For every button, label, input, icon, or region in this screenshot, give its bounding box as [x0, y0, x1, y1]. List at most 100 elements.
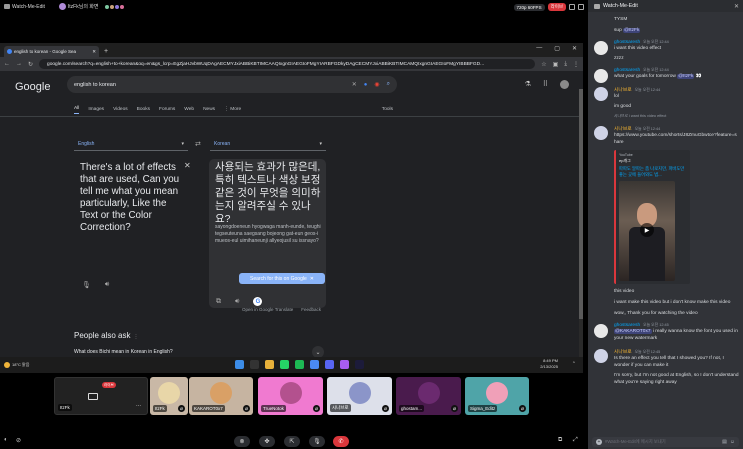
- reply-preview[interactable]: 시나브로 i want this video effect: [614, 114, 743, 119]
- participant-tile[interactable]: ⌀ TrueNotok: [258, 377, 323, 415]
- chat-message[interactable]: 시나브로 오늘 오전 12:45 Is there an effect you te…: [588, 348, 743, 386]
- whatsapp-icon[interactable]: [280, 360, 289, 369]
- chat-message[interactable]: wow,, Thank you for watching the video: [588, 310, 743, 317]
- message-link[interactable]: https://www.youtube.com/shorts/J8ZmuGbwt…: [614, 132, 739, 146]
- more-options-icon[interactable]: ⋮: [133, 334, 138, 340]
- scrollbar-thumb[interactable]: [579, 89, 583, 319]
- forward-icon[interactable]: →: [16, 61, 22, 67]
- embed-author[interactable]: ep개그: [619, 158, 687, 164]
- speaker-icon[interactable]: 🔊︎: [105, 281, 109, 289]
- google-g-icon[interactable]: G: [253, 297, 263, 306]
- chat-message[interactable]: ghostsaresh 오늘 오전 12:44 what your goals fo…: [588, 68, 743, 83]
- nav-tab[interactable]: All: [74, 106, 80, 114]
- reload-icon[interactable]: ↻: [28, 61, 33, 68]
- maximize-icon[interactable]: ▢: [554, 45, 560, 52]
- user-avatar[interactable]: [594, 126, 608, 140]
- source-language-select[interactable]: English ▾: [74, 137, 188, 151]
- lens-icon[interactable]: ◉: [374, 81, 379, 88]
- nav-tab[interactable]: Web: [184, 107, 194, 112]
- youtube-embed[interactable]: YouTube ep개그 파파도 알파는 좀 나로지만, 파바도만 좋는 곳에 들어…: [614, 150, 690, 284]
- mic-mute-button[interactable]: 🎙︎: [309, 436, 325, 447]
- chat-message[interactable]: this video: [588, 288, 743, 295]
- labs-icon[interactable]: ⚗: [525, 80, 531, 89]
- download-icon[interactable]: ⤓: [564, 61, 567, 68]
- user-mention[interactable]: @ItzFk: [623, 28, 641, 33]
- tools-button[interactable]: Tools: [382, 107, 393, 112]
- account-avatar[interactable]: [560, 80, 569, 89]
- file-explorer-icon[interactable]: [265, 360, 274, 369]
- participant-tile[interactable]: ⌀ 시나브로: [327, 377, 392, 415]
- swap-languages-icon[interactable]: ⇄: [195, 140, 201, 148]
- participant-tile[interactable]: ⌀ KAKAROT0x7: [189, 377, 253, 415]
- participant-tile[interactable]: ⌀ ItzFk: [150, 377, 188, 415]
- participant-tile[interactable]: ⌀ ghostam...: [396, 377, 461, 415]
- user-mention[interactable]: @ItzFk: [677, 74, 695, 79]
- nav-tab[interactable]: Forums: [159, 107, 175, 112]
- paa-question[interactable]: What does Bichi mean in Korean in Englis…: [74, 349, 173, 355]
- new-tab-icon[interactable]: +: [104, 48, 108, 55]
- video-thumbnail[interactable]: ▶: [619, 181, 675, 281]
- popout-icon[interactable]: ⧉: [558, 437, 562, 444]
- close-icon[interactable]: ✕: [734, 3, 739, 10]
- participant-tile[interactable]: 라이브 ··· ItzFk: [54, 377, 148, 415]
- nav-tab[interactable]: Videos: [113, 107, 128, 112]
- user-avatar[interactable]: [594, 41, 608, 55]
- search-on-google-button[interactable]: Search for this on Google ✕: [239, 273, 325, 284]
- camera-off-button[interactable]: ⊗: [234, 436, 250, 447]
- close-icon[interactable]: ✕: [310, 276, 314, 282]
- mic-icon[interactable]: ●: [364, 82, 368, 88]
- volume-icon[interactable]: ◐: [4, 437, 8, 443]
- extensions-icon[interactable]: ▣: [553, 61, 559, 68]
- apps-grid-icon[interactable]: ⠿: [543, 80, 548, 89]
- popout-icon[interactable]: [569, 4, 575, 10]
- chat-message[interactable]: 시나브로 오늘 오전 12:44 https://www.youtube.com/s…: [588, 125, 743, 146]
- copy-icon[interactable]: ⧉: [216, 298, 221, 306]
- browser-menu-icon[interactable]: ⋮: [573, 61, 579, 68]
- search-icon[interactable]: ⌕: [387, 81, 390, 88]
- feedback-link[interactable]: Feedback: [301, 307, 321, 312]
- more-options-icon[interactable]: ···: [136, 403, 141, 409]
- search-query[interactable]: english to korean: [74, 82, 345, 88]
- browser-tab[interactable]: english to korean - Google Sea ✕: [4, 46, 99, 57]
- expand-icon[interactable]: ⊘: [16, 437, 21, 444]
- nav-tab[interactable]: Books: [137, 107, 150, 112]
- taskbar-clock[interactable]: 8:49 PM 2/13/2025: [540, 358, 558, 369]
- search-icon[interactable]: [250, 360, 259, 369]
- open-in-translate-link[interactable]: Open in Google Translate: [242, 307, 293, 312]
- embed-title[interactable]: 파파도 알파는 좀 나로지만, 파바도만 좋는 곳에 들어와도 법...: [619, 166, 687, 178]
- user-avatar[interactable]: [594, 324, 608, 338]
- fullscreen-icon[interactable]: [578, 4, 584, 10]
- windows-start-icon[interactable]: [235, 360, 244, 369]
- emoji-icon[interactable]: ☺: [730, 439, 735, 445]
- chrome-icon[interactable]: [310, 360, 319, 369]
- chat-message[interactable]: ghostsaresh 오늘 오전 12:44 i want this video …: [588, 40, 743, 62]
- back-icon[interactable]: ←: [4, 61, 10, 67]
- user-avatar[interactable]: [594, 349, 608, 363]
- google-search-box[interactable]: english to korean ✕ ● ◉ ⌕: [67, 76, 397, 93]
- clear-icon[interactable]: ✕: [352, 81, 357, 88]
- disconnect-button[interactable]: ✆: [333, 436, 349, 447]
- app-icon[interactable]: [295, 360, 304, 369]
- address-bar[interactable]: google.com/search?q=english+to+korean&oq…: [39, 59, 536, 69]
- user-avatar[interactable]: [594, 87, 608, 101]
- chat-message[interactable]: 시나브로 오늘 오전 12:44 lol im good: [588, 86, 743, 110]
- activities-button[interactable]: ✤: [259, 436, 275, 447]
- chat-message[interactable]: TYSM: [588, 16, 743, 23]
- chat-message[interactable]: ghostsaresh 오늘 오전 12:45 @KAKAROT0x7 i real…: [588, 323, 743, 342]
- notification-icon[interactable]: ◔: [572, 360, 575, 366]
- nav-tab[interactable]: Images: [88, 107, 104, 112]
- nav-tab[interactable]: News: [203, 107, 215, 112]
- user-avatar[interactable]: [594, 69, 608, 83]
- page-scrollbar[interactable]: [579, 89, 583, 359]
- chat-message[interactable]: sup @ItzFk: [588, 27, 743, 34]
- minimize-icon[interactable]: —: [536, 45, 542, 52]
- source-text[interactable]: There's a lot of effects that are used, …: [80, 162, 182, 234]
- speaker-icon[interactable]: 🔊︎: [235, 298, 239, 306]
- mic-icon[interactable]: 🎙︎: [82, 281, 91, 289]
- plus-icon[interactable]: +: [596, 439, 602, 445]
- viewer-avatars[interactable]: [103, 3, 125, 10]
- clear-source-icon[interactable]: ✕: [184, 161, 191, 170]
- message-field[interactable]: #Watch-Me-Edit에 메시지 보내기: [605, 439, 719, 445]
- chat-message[interactable]: i want make this video but i don't know …: [588, 299, 743, 306]
- chat-input[interactable]: + #Watch-Me-Edit에 메시지 보내기 ▤ ☺: [592, 437, 739, 447]
